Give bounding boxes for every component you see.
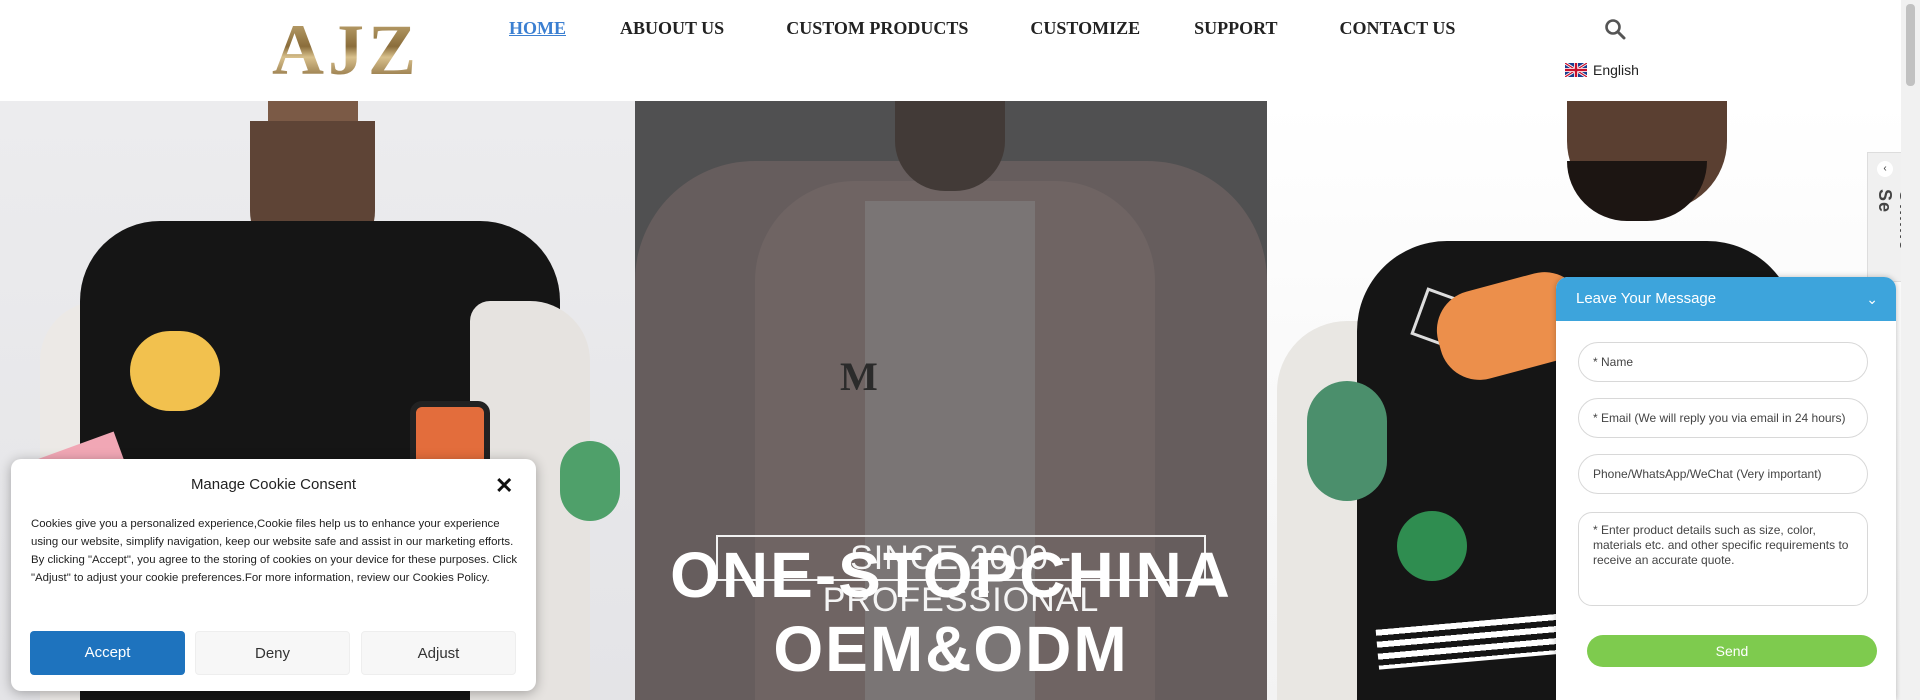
hero-headline-line1: ONE-STOPCHINA bbox=[670, 539, 1232, 611]
search-icon[interactable] bbox=[1604, 18, 1626, 40]
adjust-button[interactable]: Adjust bbox=[361, 631, 516, 675]
nav-item-label: ABUOUT US bbox=[620, 18, 725, 38]
language-selector[interactable]: English bbox=[1565, 62, 1645, 78]
accept-button[interactable]: Accept bbox=[30, 631, 185, 675]
chevron-left-icon[interactable]: ‹ bbox=[1877, 161, 1893, 177]
widget-header[interactable]: Leave Your Message ⌄ bbox=[1556, 277, 1896, 321]
scrollbar-thumb[interactable] bbox=[1906, 4, 1915, 86]
name-field[interactable]: * Name bbox=[1578, 342, 1868, 382]
nav-item-about-us[interactable]: ABUOUT US bbox=[620, 16, 730, 40]
nav-item-label: CONTACT US bbox=[1339, 18, 1456, 38]
cookie-title: Manage Cookie Consent bbox=[190, 476, 357, 493]
online-service-tab[interactable]: ‹ Online Se bbox=[1867, 152, 1916, 282]
nav-item-label: SUPPORT bbox=[1194, 18, 1278, 38]
main-nav: HOME ABUOUT US CUSTOM PRODUCTS CUSTOMIZE… bbox=[509, 16, 1455, 40]
chevron-down-icon[interactable]: ⌄ bbox=[1866, 277, 1878, 321]
cookie-body-text: Cookies give you a personalized experien… bbox=[31, 518, 518, 584]
page-scrollbar[interactable] bbox=[1901, 0, 1920, 700]
close-icon[interactable]: ✕ bbox=[495, 473, 513, 499]
nav-item-label: CUSTOM PRODUCTS bbox=[786, 18, 969, 38]
email-field[interactable]: * Email (We will reply you via email in … bbox=[1578, 398, 1868, 438]
phone-field[interactable]: Phone/WhatsApp/WeChat (Very important) bbox=[1578, 454, 1868, 494]
uk-flag-icon bbox=[1565, 63, 1587, 77]
nav-item-contact-us[interactable]: CONTACT US bbox=[1339, 16, 1455, 40]
nav-item-label: CUSTOMIZE bbox=[1030, 18, 1141, 38]
product-details-field[interactable]: * Enter product details such as size, co… bbox=[1578, 512, 1868, 606]
hero-headline-line2: OEM&ODM bbox=[773, 613, 1129, 685]
cookie-consent-dialog: Manage Cookie Consent ✕ Cookies give you… bbox=[11, 459, 536, 691]
nav-item-home[interactable]: HOME bbox=[509, 16, 566, 40]
site-header: AJZ HOME ABUOUT US CUSTOM PRODUCTS CUSTO… bbox=[0, 0, 1901, 101]
brand-logo[interactable]: AJZ bbox=[272, 14, 420, 86]
leave-message-widget: Leave Your Message ⌄ * Name * Email (We … bbox=[1556, 277, 1896, 700]
language-label: English bbox=[1593, 62, 1639, 78]
deny-button[interactable]: Deny bbox=[195, 631, 350, 675]
send-button[interactable]: Send bbox=[1587, 635, 1877, 667]
nav-item-support[interactable]: SUPPORT bbox=[1194, 16, 1283, 40]
nav-item-label: HOME bbox=[509, 18, 566, 38]
nav-item-custom-products[interactable]: CUSTOM PRODUCTS bbox=[786, 16, 974, 40]
nav-item-customize[interactable]: CUSTOMIZE bbox=[1030, 16, 1140, 40]
widget-title: Leave Your Message bbox=[1576, 290, 1717, 307]
